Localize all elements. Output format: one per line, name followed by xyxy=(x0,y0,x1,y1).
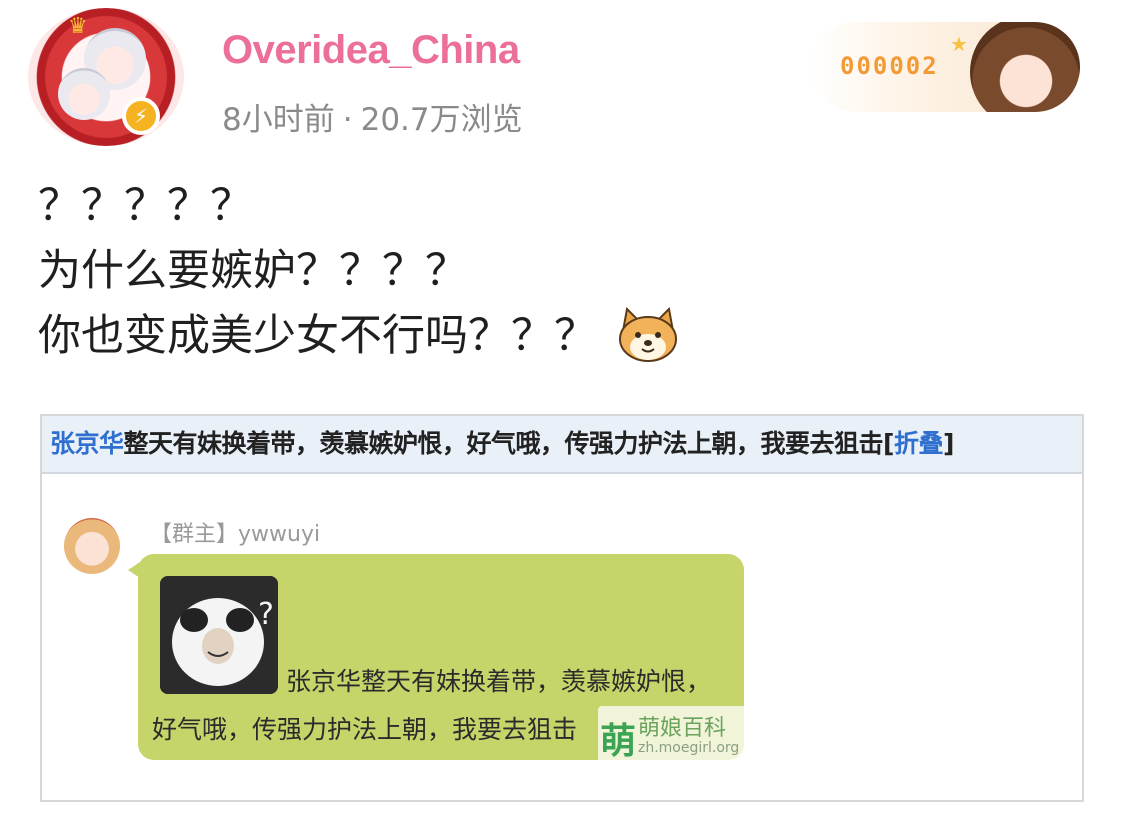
headline-text: 整天有妹换着带，羡慕嫉妒恨，好气哦，传强力护法上朝，我要去狙击 xyxy=(123,429,884,458)
lightning-verified-icon: ⚡ xyxy=(122,97,160,135)
meta-separator: · xyxy=(342,102,353,138)
post-content: ？？？？？ 为什么要嫉妒？？？？ 你也变成美少女不行吗？？？ xyxy=(38,174,679,369)
chat-sender: 【群主】ywwuyi xyxy=(150,516,320,548)
watermark-char: 萌 xyxy=(600,721,637,762)
doge-emoji-icon xyxy=(617,306,679,363)
chat-role: 【群主】 xyxy=(150,522,239,547)
fan-badge-number: 000002 xyxy=(840,52,939,80)
watermark-url: zh.moegirl.org xyxy=(638,740,740,756)
post-line: 为什么要嫉妒？？？？ xyxy=(38,246,468,296)
headline-name-link: 张京华 xyxy=(50,429,124,458)
svg-text:?: ? xyxy=(258,597,274,632)
chat-avatar xyxy=(64,518,120,574)
avatar-character xyxy=(58,68,110,120)
star-icon: ★ xyxy=(950,32,968,56)
fold-link: 折叠 xyxy=(893,429,944,458)
post-line: ？？？？？ xyxy=(38,181,253,231)
moegirl-watermark: 萌 萌娘百科 zh.moegirl.org xyxy=(598,706,748,766)
watermark-name: 萌娘百科 xyxy=(638,716,727,741)
post-meta: 8小时前 · 20.7万浏览 xyxy=(222,94,523,139)
username-link[interactable]: Overidea_China xyxy=(222,28,520,73)
post-time: 8小时前 xyxy=(222,102,335,138)
chat-username: ywwuyi xyxy=(238,522,321,547)
embedded-headline: 张京华整天有妹换着带，羡慕嫉妒恨，好气哦，传强力护法上朝，我要去狙击[折叠] xyxy=(42,416,1082,474)
panda-meme-icon: ? xyxy=(160,576,278,694)
crown-icon: ♛ xyxy=(68,14,88,39)
embedded-image[interactable]: 张京华整天有妹换着带，羡慕嫉妒恨，好气哦，传强力护法上朝，我要去狙击[折叠] 【… xyxy=(40,414,1084,802)
fold-bracket-close: ] xyxy=(942,429,954,458)
post-line-with-emoji: 你也变成美少女不行吗？？？ xyxy=(38,304,679,369)
post-line-text: 你也变成美少女不行吗？？？ xyxy=(38,311,597,361)
fan-badge-character xyxy=(970,22,1080,112)
fan-badge[interactable]: 000002 ★ xyxy=(810,22,1080,112)
bubble-text-line: 张京华整天有妹换着带，羡慕嫉妒恨， xyxy=(286,667,712,696)
view-count: 20.7万浏览 xyxy=(360,102,523,138)
fold-bracket-open: [ xyxy=(883,429,894,458)
bubble-text-line: 好气哦，传强力护法上朝，我要去狙击 xyxy=(152,715,578,744)
user-avatar[interactable]: ♛ xyxy=(28,8,184,146)
